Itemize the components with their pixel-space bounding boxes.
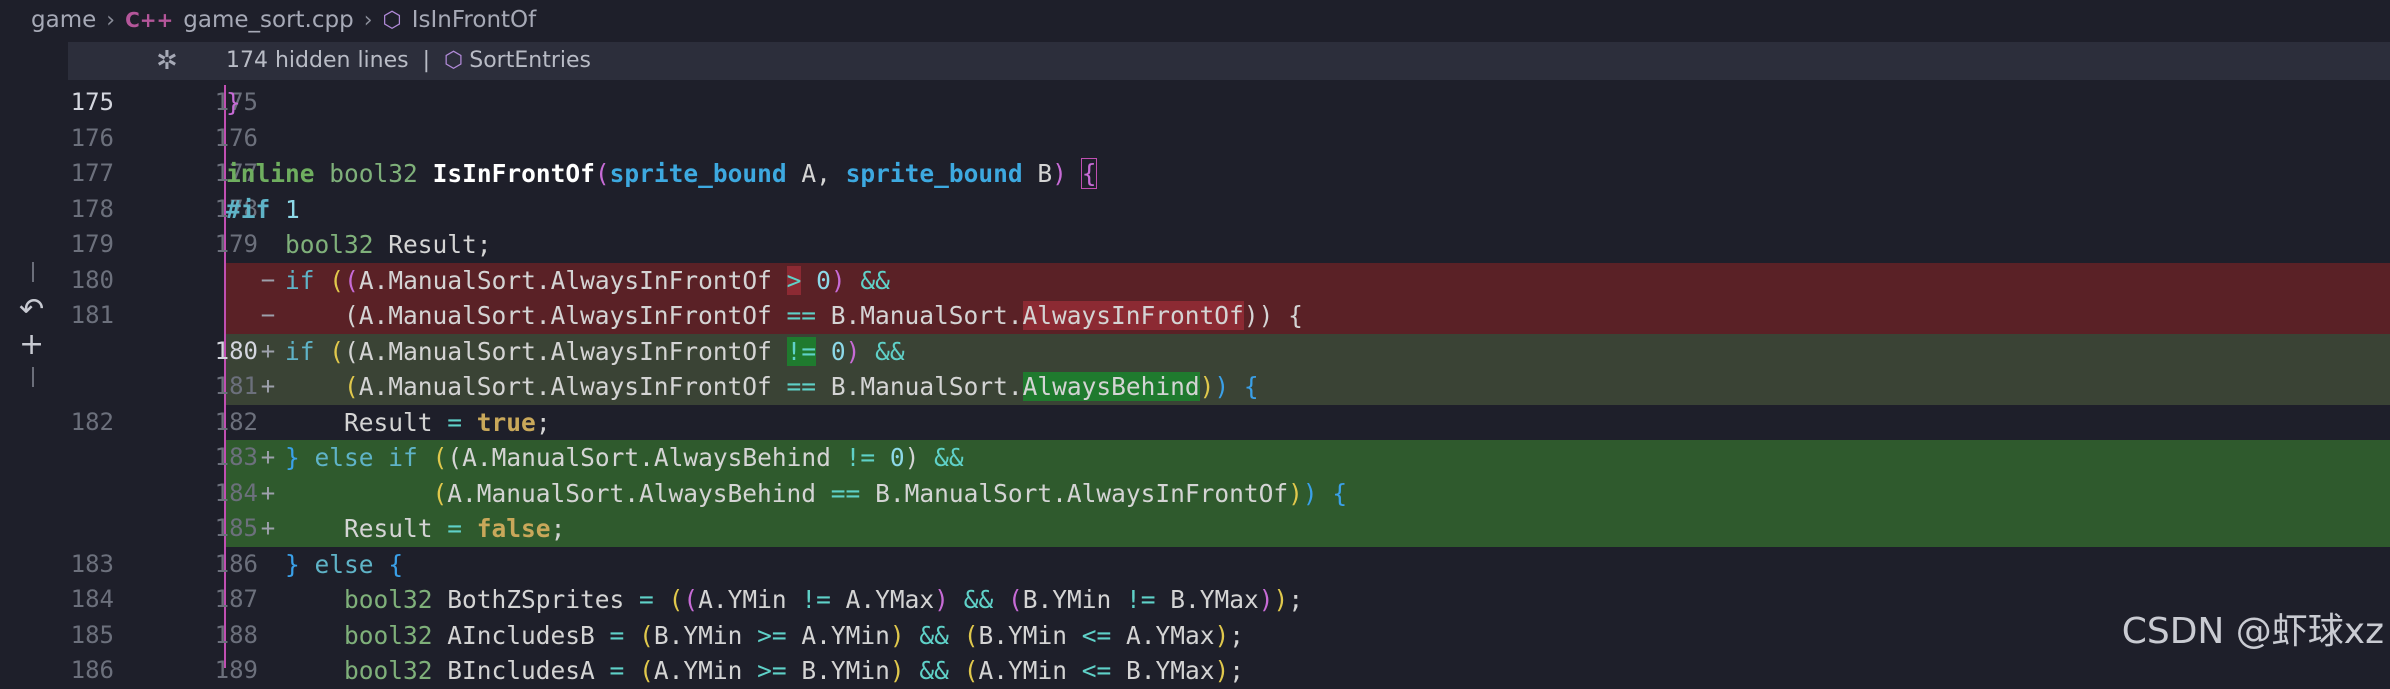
code-text[interactable]: if ((A.ManualSort.AlwaysInFrontOf > 0) &… — [226, 263, 890, 299]
code-text[interactable]: if ((A.ManualSort.AlwaysInFrontOf != 0) … — [226, 334, 905, 370]
new-line-number: 176 — [214, 123, 258, 152]
gutter-divider — [32, 262, 34, 282]
code-line: 179 179 bool32 Result; — [68, 227, 2390, 263]
revert-icon[interactable]: ↶ — [19, 292, 44, 327]
cpp-file-icon: C++ — [125, 8, 174, 32]
added-line: 183 + } else if ((A.ManualSort.AlwaysBeh… — [68, 440, 2390, 476]
unfold-icon[interactable]: ✲ — [156, 46, 178, 76]
code-text[interactable]: bool32 Result; — [226, 227, 492, 263]
code-editor[interactable]: 175 175 } 176 176 177 177 inline bool32 … — [68, 85, 2390, 685]
code-text[interactable]: bool32 BIncludesA = (A.YMin >= B.YMin) &… — [226, 653, 1244, 689]
breadcrumb: game › C++ game_sort.cpp › ⬡ IsInFrontOf — [0, 0, 2390, 40]
added-line: 185 + Result = false; — [68, 511, 2390, 547]
plus-icon[interactable]: + — [19, 327, 44, 362]
code-line: 176 176 — [68, 121, 2390, 157]
old-line-number: 180 — [70, 265, 114, 294]
added-line: 180 + if ((A.ManualSort.AlwaysInFrontOf … — [68, 333, 2390, 370]
hidden-lines-info: 174 hidden lines | ⬡ SortEntries — [226, 48, 591, 73]
old-line-number: 181 — [70, 301, 114, 329]
old-line-number: 183 — [70, 549, 114, 578]
hidden-lines-bar[interactable]: ✲ 174 hidden lines | ⬡ SortEntries — [68, 42, 2390, 80]
code-text[interactable]: bool32 AIncludesB = (B.YMin >= A.YMin) &… — [226, 618, 1244, 654]
watermark: CSDN @虾球xz — [2121, 611, 2384, 652]
code-text[interactable]: (A.ManualSort.AlwaysBehind == B.ManualSo… — [226, 476, 1348, 512]
code-text[interactable]: (A.ManualSort.AlwaysInFrontOf == B.Manua… — [226, 298, 1303, 334]
code-text[interactable]: inline bool32 IsInFrontOf(sprite_bound A… — [226, 156, 1098, 192]
breadcrumb-symbol[interactable]: IsInFrontOf — [412, 7, 537, 33]
code-line: 177 177 inline bool32 IsInFrontOf(sprite… — [68, 156, 2390, 192]
sticky-symbol[interactable]: SortEntries — [469, 48, 591, 73]
deleted-line: 180 − if ((A.ManualSort.AlwaysInFrontOf … — [68, 262, 2390, 299]
code-text[interactable]: Result = true; — [226, 405, 551, 441]
cube-icon: ⬡ — [382, 7, 402, 33]
code-text[interactable]: #if 1 — [226, 192, 300, 228]
old-line-number: 179 — [70, 230, 114, 258]
code-line: 183 186 } else { — [68, 547, 2390, 583]
cube-icon: ⬡ — [444, 48, 464, 73]
separator: | — [422, 48, 431, 73]
code-text[interactable]: } — [226, 85, 241, 121]
code-text[interactable]: } else { — [226, 547, 403, 583]
old-line-number: 182 — [70, 407, 114, 436]
code-line: 182 182 Result = true; — [68, 405, 2390, 441]
code-text[interactable]: Result = false; — [226, 511, 565, 547]
old-line-number — [68, 511, 114, 547]
old-line-number — [68, 334, 114, 370]
added-line: 184 + (A.ManualSort.AlwaysBehind == B.Ma… — [68, 475, 2390, 512]
code-text[interactable]: (A.ManualSort.AlwaysInFrontOf == B.Manua… — [226, 369, 1259, 405]
hidden-lines-count[interactable]: 174 hidden lines — [226, 48, 409, 73]
gutter-divider — [32, 367, 34, 387]
code-text[interactable]: } else if ((A.ManualSort.AlwaysBehind !=… — [226, 440, 964, 476]
code-text[interactable]: bool32 BothZSprites = ((A.YMin != A.YMax… — [226, 582, 1303, 618]
old-line-number — [68, 440, 114, 476]
old-line-number: 185 — [70, 620, 114, 649]
chevron-right-icon: › — [363, 7, 373, 33]
old-line-number: 177 — [70, 159, 114, 187]
old-line-number: 178 — [70, 194, 114, 223]
old-line-number: 176 — [70, 123, 114, 152]
old-line-number — [68, 369, 114, 405]
code-line: 178 178 #if 1 — [68, 192, 2390, 228]
old-line-number — [68, 476, 114, 512]
old-line-number: 184 — [70, 585, 114, 613]
old-line-number: 186 — [70, 656, 114, 684]
breadcrumb-file[interactable]: game_sort.cpp — [183, 7, 353, 33]
breadcrumb-root[interactable]: game — [31, 7, 96, 33]
code-line: 186 189 bool32 BIncludesA = (A.YMin >= B… — [68, 653, 2390, 689]
code-line: 175 175 } — [68, 85, 2390, 121]
deleted-line: 181 − (A.ManualSort.AlwaysInFrontOf == B… — [68, 298, 2390, 334]
added-line: 181 + (A.ManualSort.AlwaysInFrontOf == B… — [68, 369, 2390, 405]
code-line: 184 187 bool32 BothZSprites = ((A.YMin !… — [68, 582, 2390, 618]
diff-gutter: ↶ + — [0, 80, 68, 668]
code-line: 185 188 bool32 AIncludesB = (B.YMin >= A… — [68, 618, 2390, 654]
chevron-right-icon: › — [106, 7, 116, 33]
old-line-number: 175 — [70, 88, 114, 116]
